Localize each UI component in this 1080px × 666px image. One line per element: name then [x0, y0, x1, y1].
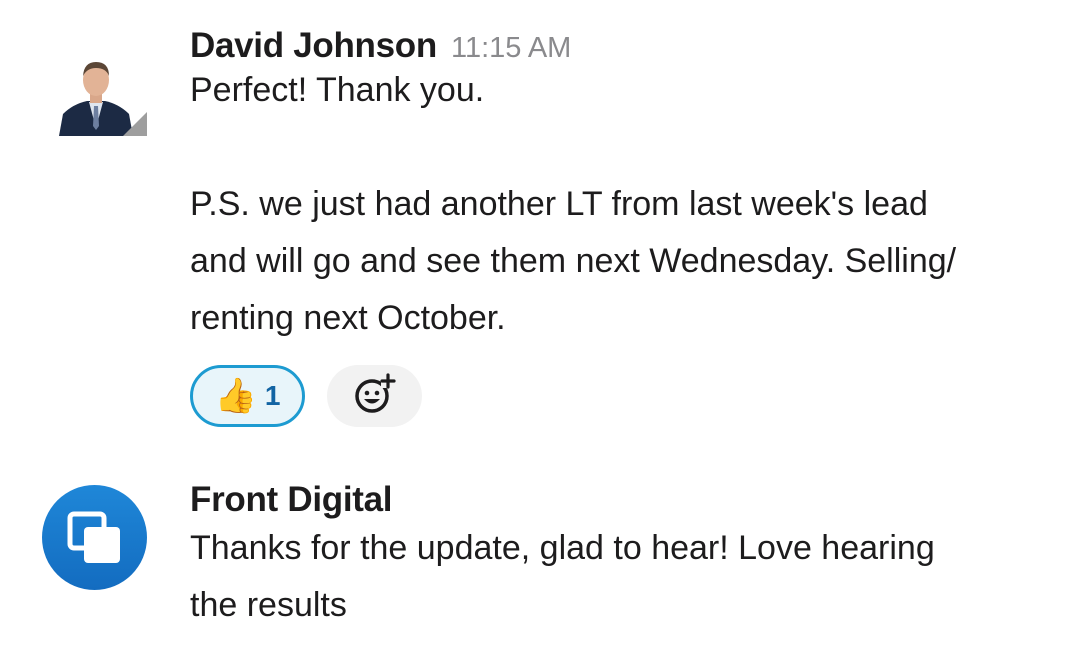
message-line: the results	[190, 586, 347, 624]
add-reaction-icon	[353, 372, 397, 421]
author-name[interactable]: David Johnson	[190, 26, 437, 66]
message-line	[190, 119, 1040, 176]
message-line: renting next October.	[190, 299, 506, 337]
timestamp[interactable]: 11:15 AM	[451, 32, 571, 65]
thumbs-up-icon: 👍	[214, 377, 257, 415]
author-name[interactable]: Front Digital	[190, 480, 392, 520]
message-line: Thanks for the update, glad to hear! Lov…	[190, 529, 935, 567]
avatar-david-johnson[interactable]	[57, 56, 147, 136]
avatar-front-digital[interactable]	[42, 485, 147, 590]
reactions-bar: 👍 1	[190, 365, 1040, 427]
add-reaction-button[interactable]	[327, 365, 422, 427]
message-line: P.S. we just had another LT from last we…	[190, 185, 928, 223]
message-line: and will go and see them next Wednesday.…	[190, 242, 957, 280]
reaction-count: 1	[264, 380, 281, 411]
reaction-thumbs-up[interactable]: 👍 1	[190, 365, 305, 427]
message-line: Perfect! Thank you.	[190, 71, 485, 109]
